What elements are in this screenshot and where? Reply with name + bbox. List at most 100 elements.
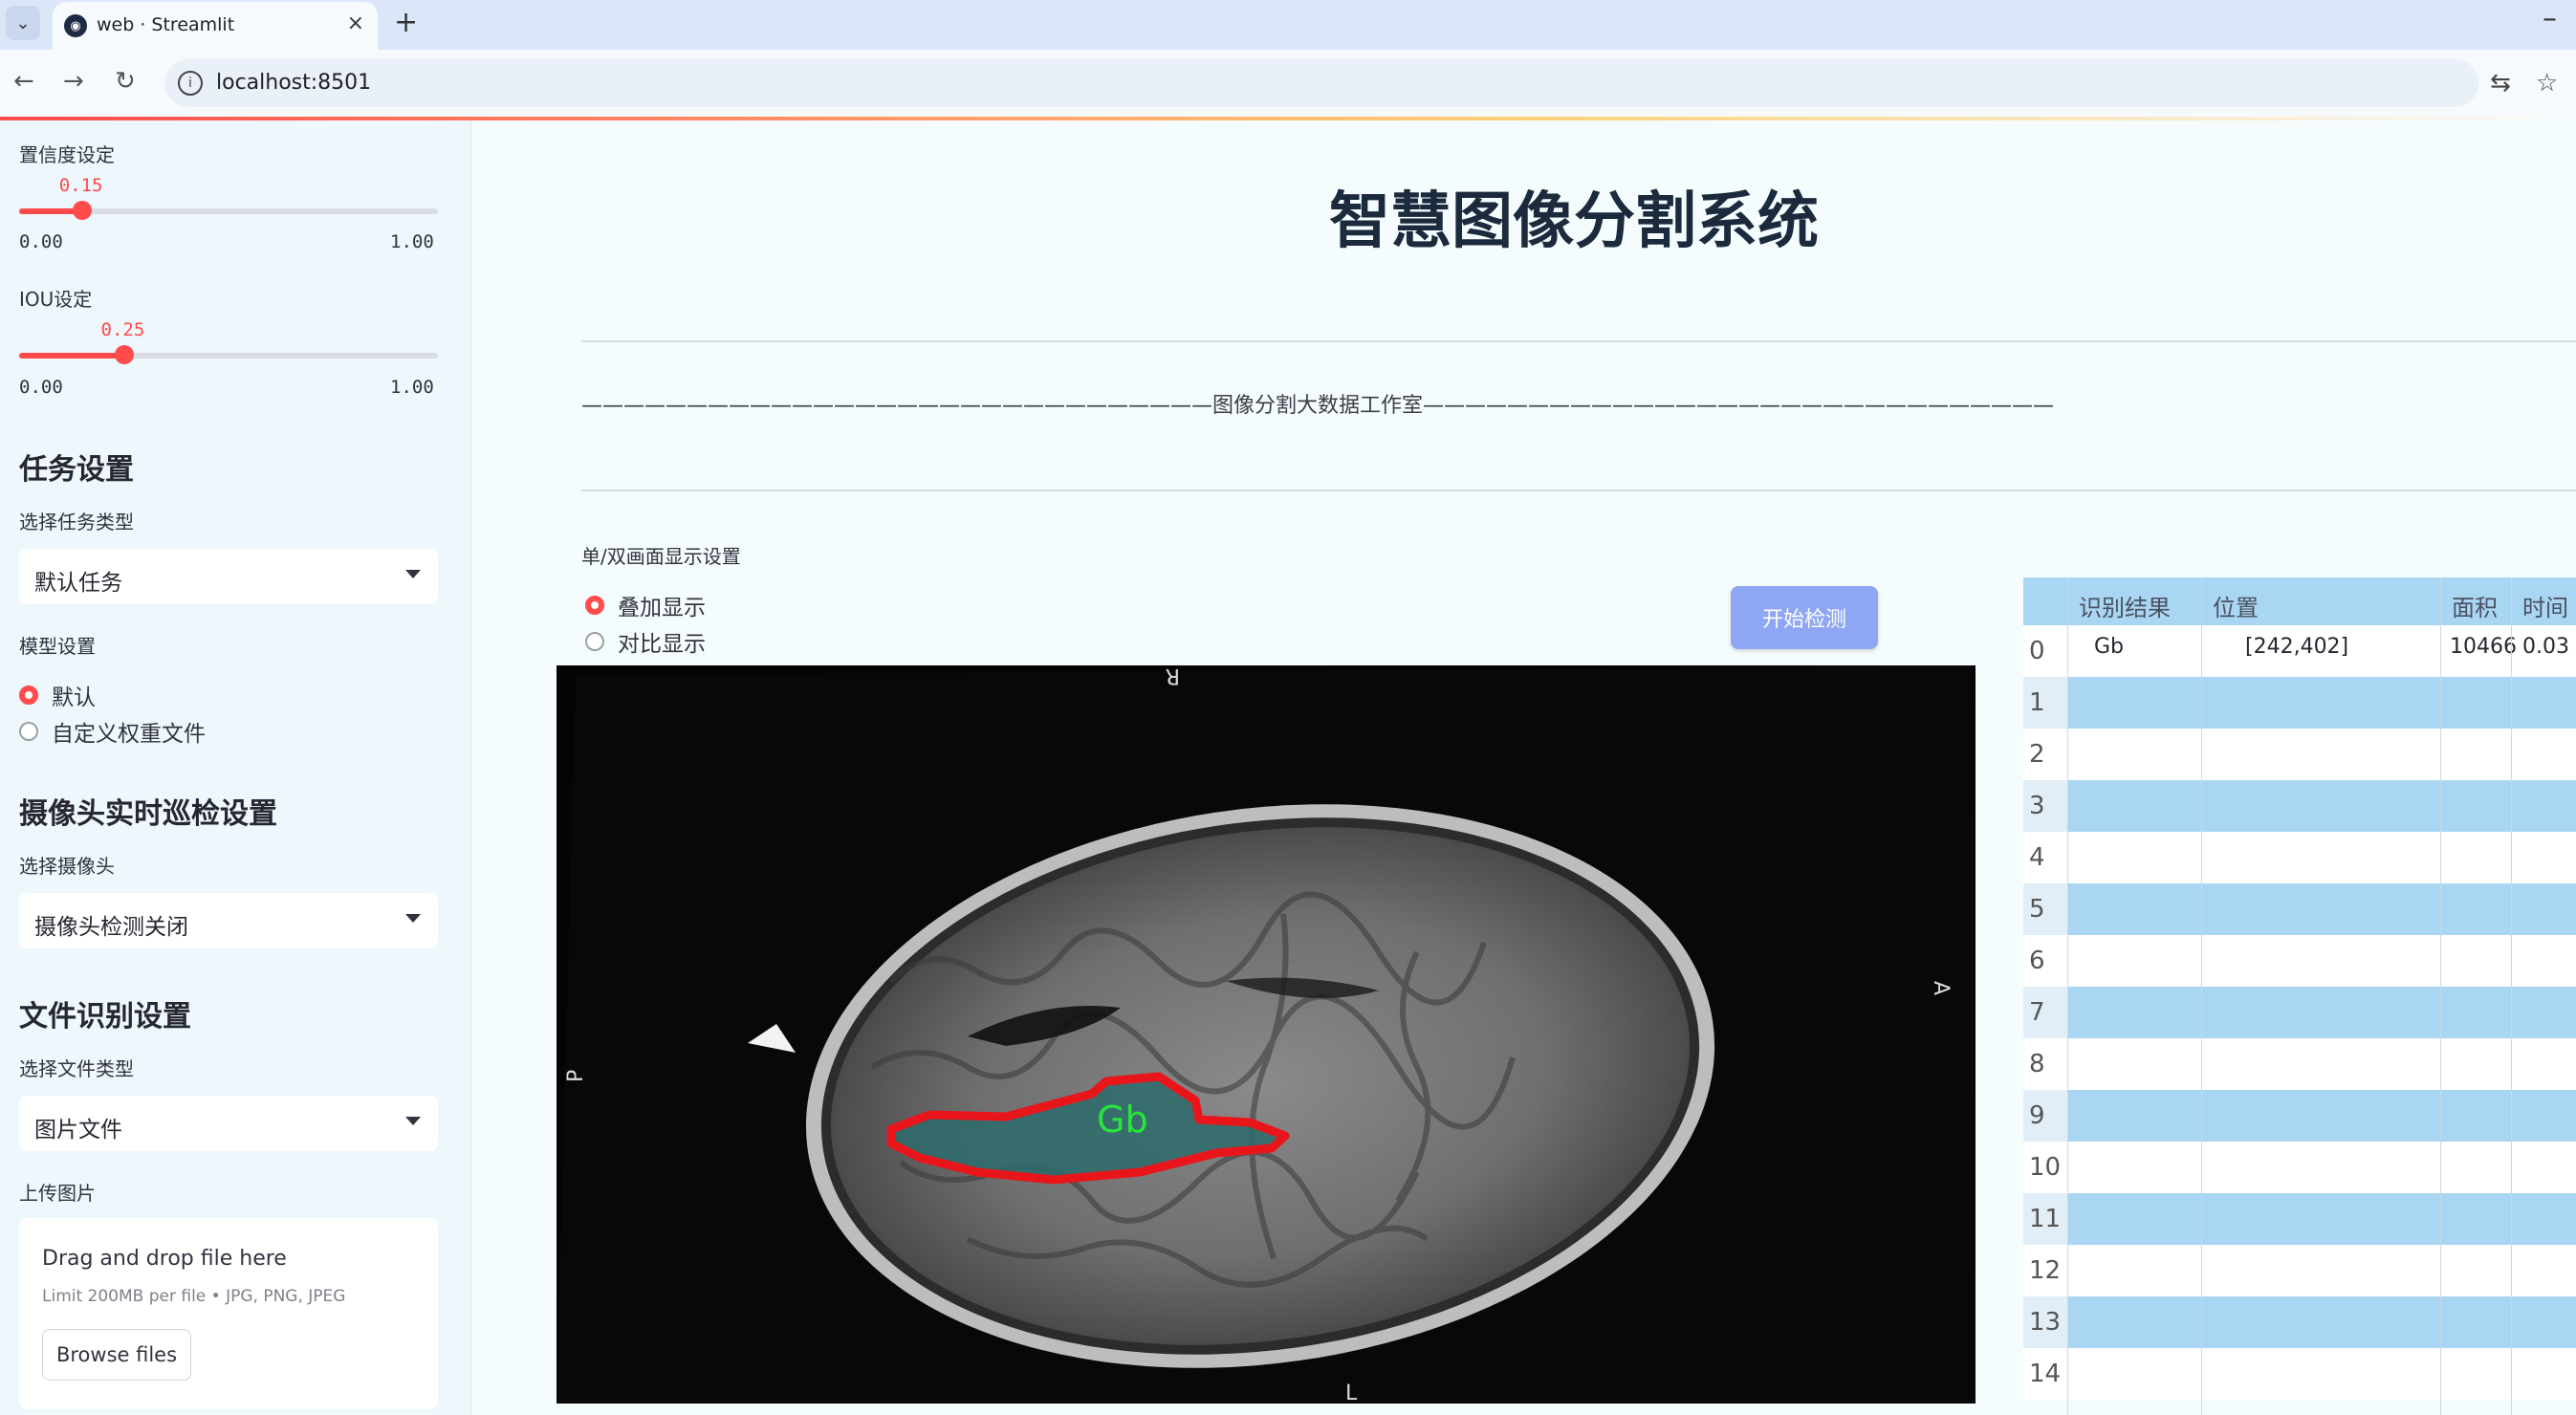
new-tab-button[interactable]: + <box>394 6 418 39</box>
browser-tab-bar: ⌄ ◉ web · Streamlit × + – <box>0 0 2576 50</box>
confidence-min: 0.00 <box>19 231 63 252</box>
orientation-top: R <box>1166 665 1180 687</box>
radio-unselected-icon[interactable] <box>585 632 604 651</box>
iou-slider[interactable] <box>19 345 438 364</box>
forward-arrow-icon[interactable]: → <box>63 67 84 96</box>
task-settings-heading: 任务设置 <box>19 453 134 487</box>
column-header-result[interactable]: 识别结果 <box>2079 589 2171 622</box>
row-index: 0 <box>2023 625 2067 677</box>
studio-divider-text: ——————————————————————————————图像分割大数据工作室… <box>581 394 2055 418</box>
camera-select-label: 选择摄像头 <box>19 855 115 878</box>
orientation-left: P <box>564 1070 588 1082</box>
row-index: 13 <box>2023 1296 2067 1348</box>
tab-title: web · Streamlit <box>97 14 235 35</box>
table-row[interactable]: 6 <box>2023 935 2576 987</box>
upload-label: 上传图片 <box>19 1182 96 1205</box>
file-type-value: 图片文件 <box>34 1118 122 1143</box>
column-header-position[interactable]: 位置 <box>2213 589 2259 622</box>
back-arrow-icon[interactable]: ← <box>13 67 34 96</box>
tab-close-icon[interactable]: × <box>347 11 364 35</box>
bookmark-star-icon[interactable]: ☆ <box>2536 69 2558 98</box>
table-row[interactable]: 13 <box>2023 1296 2576 1348</box>
tab-search-chevron-icon[interactable]: ⌄ <box>6 6 40 40</box>
detection-label: Gb <box>1097 1099 1148 1141</box>
iou-max: 1.00 <box>390 377 434 398</box>
radio-selected-icon[interactable] <box>19 686 38 705</box>
display-option-compare[interactable]: 对比显示 <box>585 625 706 658</box>
row-index: 14 <box>2023 1348 2067 1400</box>
display-option-label: 对比显示 <box>618 632 706 657</box>
table-row[interactable]: 3 <box>2023 780 2576 832</box>
table-row[interactable]: 2 <box>2023 729 2576 780</box>
chevron-down-icon <box>405 1117 421 1125</box>
divider-line <box>581 490 2576 491</box>
row-index: 1 <box>2023 677 2067 729</box>
row-index: 10 <box>2023 1142 2067 1193</box>
table-header: 识别结果 位置 面积 时间 <box>2023 577 2576 625</box>
table-row[interactable]: 8 <box>2023 1038 2576 1090</box>
dropzone-limit: Limit 200MB per file • JPG, PNG, JPEG <box>42 1287 346 1306</box>
column-header-area[interactable]: 面积 <box>2452 589 2498 622</box>
divider-line <box>581 340 2576 342</box>
column-divider <box>2067 577 2068 1415</box>
camera-select[interactable]: 摄像头检测关闭 <box>19 893 438 948</box>
browse-files-button[interactable]: Browse files <box>42 1329 191 1381</box>
file-type-label: 选择文件类型 <box>19 1057 134 1080</box>
table-row[interactable]: 12 <box>2023 1245 2576 1296</box>
table-row[interactable]: 11 <box>2023 1193 2576 1245</box>
row-index: 11 <box>2023 1193 2067 1245</box>
display-option-overlay[interactable]: 叠加显示 <box>585 589 706 621</box>
camera-select-value: 摄像头检测关闭 <box>34 915 188 940</box>
table-row[interactable]: 5 <box>2023 883 2576 935</box>
model-option-custom-weights[interactable]: 自定义权重文件 <box>19 715 206 748</box>
file-dropzone[interactable]: Drag and drop file here Limit 200MB per … <box>19 1218 438 1409</box>
file-settings-heading: 文件识别设置 <box>19 1000 191 1034</box>
task-type-label: 选择任务类型 <box>19 511 134 533</box>
model-option-label: 自定义权重文件 <box>52 722 206 747</box>
iou-slider-fill <box>19 353 124 359</box>
task-type-value: 默认任务 <box>34 571 122 596</box>
reload-icon[interactable]: ↻ <box>115 67 136 96</box>
display-option-label: 叠加显示 <box>618 596 706 620</box>
site-info-icon[interactable]: i <box>178 71 203 96</box>
mri-scan-image: R A P L Gb <box>557 665 1976 1404</box>
browser-tab[interactable]: ◉ web · Streamlit × <box>53 2 378 50</box>
chevron-down-icon <box>405 570 421 578</box>
radio-unselected-icon[interactable] <box>19 722 38 741</box>
column-header-time[interactable]: 时间 <box>2522 589 2568 622</box>
confidence-slider[interactable] <box>19 201 438 220</box>
display-settings-label: 单/双画面显示设置 <box>581 545 741 568</box>
radio-selected-icon[interactable] <box>585 596 604 615</box>
address-bar[interactable]: i localhost:8501 <box>164 59 2478 107</box>
cell-position: [242,402] <box>2245 635 2349 659</box>
page-title: 智慧图像分割系统 <box>1329 186 1819 257</box>
table-row[interactable]: 9 <box>2023 1090 2576 1142</box>
model-option-default[interactable]: 默认 <box>19 679 96 711</box>
row-index: 6 <box>2023 935 2067 987</box>
row-index: 8 <box>2023 1038 2067 1090</box>
segmentation-image: R A P L Gb <box>557 665 1976 1404</box>
confidence-value: 0.15 <box>58 175 103 196</box>
minimize-window-button[interactable]: – <box>2543 2 2557 35</box>
translate-icon[interactable]: ⇆ <box>2490 69 2511 98</box>
results-table[interactable]: 识别结果 位置 面积 时间 0 Gb [242,402] 10466 0.03 1 2 3 4 5… <box>2023 577 2576 1415</box>
table-row[interactable]: 4 <box>2023 832 2576 883</box>
table-row[interactable]: 10 <box>2023 1142 2576 1193</box>
iou-min: 0.00 <box>19 377 63 398</box>
url-text[interactable]: localhost:8501 <box>216 71 371 95</box>
table-row[interactable]: 7 <box>2023 987 2576 1038</box>
confidence-slider-thumb[interactable] <box>72 201 92 220</box>
cell-time: 0.03 <box>2522 635 2569 659</box>
confidence-label: 置信度设定 <box>19 143 115 166</box>
row-index: 3 <box>2023 780 2067 832</box>
table-row[interactable]: 0 Gb [242,402] 10466 0.03 <box>2023 625 2576 677</box>
browser-toolbar: ← → ↻ i localhost:8501 ⇆ ☆ <box>0 50 2576 119</box>
iou-slider-thumb[interactable] <box>114 345 134 364</box>
table-row[interactable]: 14 <box>2023 1348 2576 1400</box>
file-type-select[interactable]: 图片文件 <box>19 1096 438 1151</box>
camera-settings-heading: 摄像头实时巡检设置 <box>19 797 277 831</box>
start-detection-button[interactable]: 开始检测 <box>1731 586 1878 649</box>
column-divider <box>2511 577 2512 1415</box>
table-row[interactable]: 1 <box>2023 677 2576 729</box>
task-type-select[interactable]: 默认任务 <box>19 549 438 604</box>
